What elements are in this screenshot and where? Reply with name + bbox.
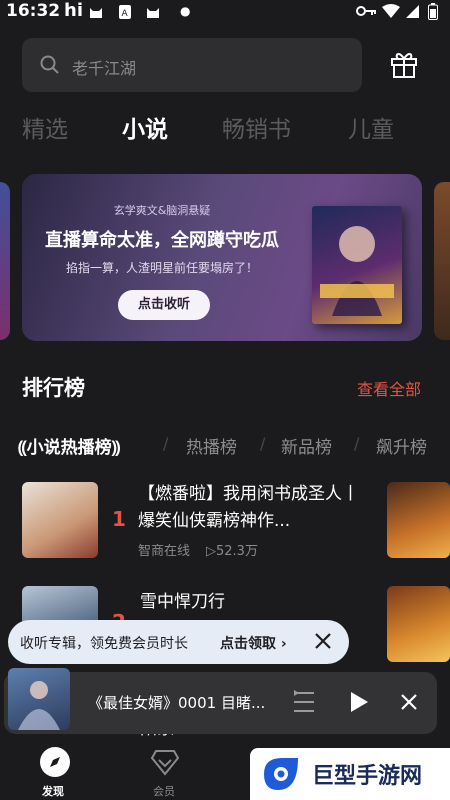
book-cover-next-column[interactable]: [387, 586, 450, 662]
book-art-icon: [320, 226, 394, 316]
cat-app-icon-2: [147, 8, 159, 18]
book-cover[interactable]: [22, 482, 98, 558]
gift-icon[interactable]: [388, 48, 420, 80]
cat-app-icon: [90, 8, 102, 18]
tab-children[interactable]: 儿童: [348, 110, 394, 144]
banner-book-cover: [312, 206, 402, 324]
signal-icon: [406, 5, 419, 18]
watermark-logo-icon: [264, 758, 298, 790]
banner-tag: 玄学爽文&脑洞悬疑: [113, 204, 211, 217]
close-icon[interactable]: [312, 630, 334, 652]
svg-text:A: A: [122, 9, 129, 19]
nav-vip-label: 会员: [153, 785, 175, 798]
book-title[interactable]: 雪中悍刀行: [140, 589, 365, 616]
book-cover-next-column[interactable]: [387, 482, 450, 558]
banner-subtitle: 掐指一算，人渣明星前任要塌房了！: [65, 261, 258, 275]
tab-bestsellers[interactable]: 畅销书: [222, 110, 291, 144]
divider: /: [354, 434, 360, 453]
banner-title: 直播算命太准，全网蹲守吃瓜: [45, 230, 279, 251]
tab-featured[interactable]: 精选: [22, 110, 68, 144]
subtab-hot[interactable]: 热播榜: [186, 433, 237, 458]
nav-discover[interactable]: 发现: [20, 738, 90, 800]
tab-novels[interactable]: 小说: [122, 110, 168, 144]
playlist-icon[interactable]: [292, 689, 320, 715]
divider: /: [163, 434, 169, 453]
member-toast[interactable]: 收听专辑，领免费会员时长 点击领取 ›: [8, 620, 349, 664]
promo-banner[interactable]: 玄学爽文&脑洞悬疑 直播算命太准，全网蹲守吃瓜 掐指一算，人渣明星前任要塌房了！…: [22, 174, 422, 341]
book-title[interactable]: 【燃番啦】我用闲书成圣人丨爆笑仙侠霸榜神作...: [138, 481, 363, 535]
divider: /: [260, 434, 266, 453]
claim-button[interactable]: 点击领取 ›: [220, 633, 287, 653]
book-author: 智商在线: [138, 544, 191, 559]
status-bar: 16:32 hi A ●: [0, 0, 450, 24]
banner-prev-peek[interactable]: [0, 182, 10, 340]
banner-next-peek[interactable]: [434, 182, 450, 340]
subtab-novel-hot-label: 小说热播榜: [26, 438, 112, 458]
status-time: 16:32: [6, 1, 61, 21]
listen-button[interactable]: 点击收听: [118, 290, 210, 320]
nav-discover-label: 发现: [42, 785, 64, 798]
mini-player[interactable]: 《最佳女婿》0001 目睹...: [4, 668, 437, 734]
rank-number: 1: [112, 507, 126, 531]
watermark-text: 巨型手游网: [312, 764, 423, 789]
play-count: ▷52.3万: [206, 544, 258, 559]
watermark: 巨型手游网: [250, 748, 450, 800]
nav-vip[interactable]: 会员: [130, 738, 200, 800]
view-all-link[interactable]: 查看全部: [357, 376, 421, 400]
key-icon: [356, 6, 376, 16]
compass-icon: [40, 747, 70, 777]
subtab-new[interactable]: 新品榜: [281, 433, 332, 458]
notification-dot-icon: ●: [180, 4, 191, 18]
close-player-icon[interactable]: [400, 693, 418, 711]
claim-label: 点击领取: [220, 636, 276, 652]
cover-art-icon: [18, 681, 60, 730]
player-title[interactable]: 《最佳女婿》0001 目睹...: [88, 692, 265, 713]
subtab-novel-hot[interactable]: ⸨小说热播榜⸩: [18, 433, 120, 458]
document-app-icon: A: [119, 5, 131, 19]
vip-diamond-icon: [150, 750, 180, 776]
toast-text: 收听专辑，领免费会员时长: [20, 636, 188, 652]
play-icon[interactable]: [348, 690, 370, 714]
player-cover[interactable]: [8, 668, 70, 730]
wifi-icon: [382, 4, 400, 18]
search-bar[interactable]: 老千江湖: [22, 38, 362, 92]
search-icon: [40, 55, 59, 74]
subtab-rising[interactable]: 飙升榜: [376, 433, 427, 458]
status-app-text: hi: [64, 0, 83, 21]
battery-icon: [428, 3, 438, 20]
search-placeholder[interactable]: 老千江湖: [72, 55, 136, 79]
ranking-title: 排行榜: [22, 376, 85, 400]
